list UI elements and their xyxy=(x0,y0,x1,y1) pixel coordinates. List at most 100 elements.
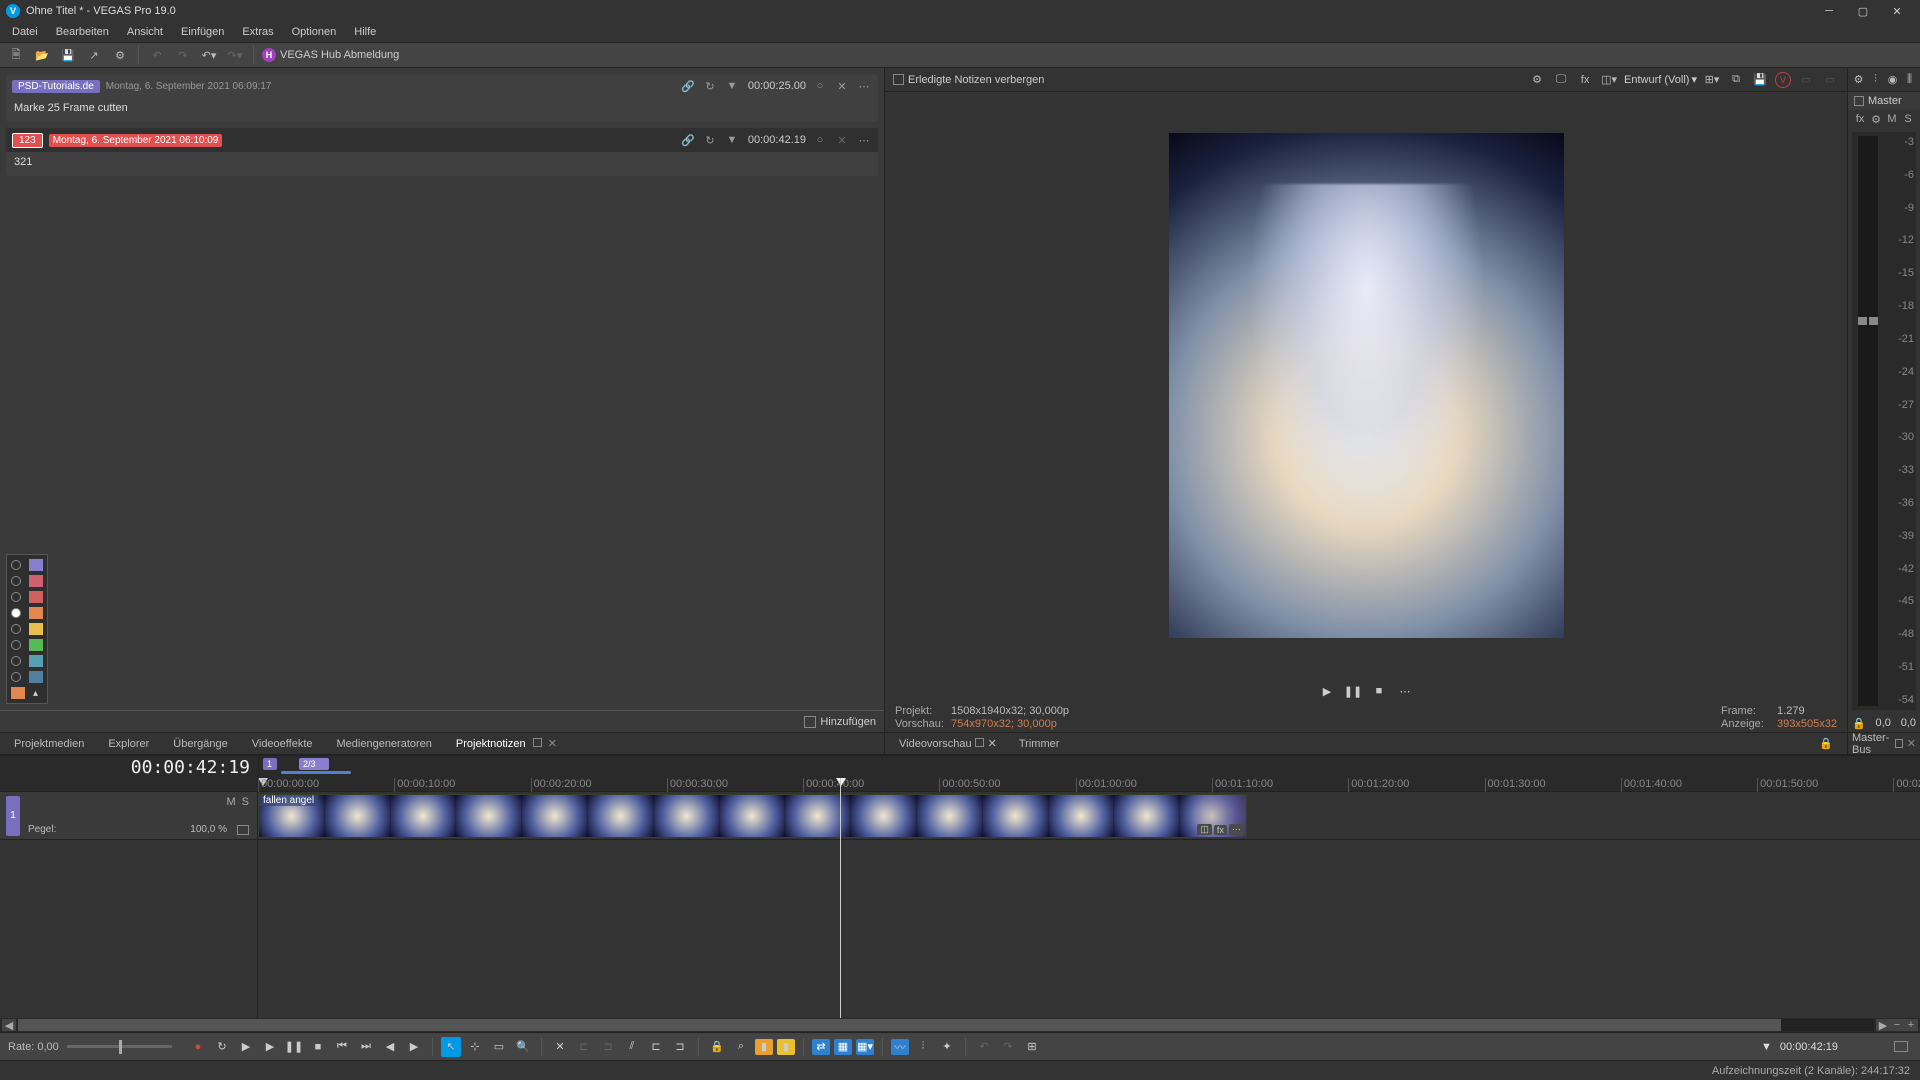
render-icon[interactable]: ↗ xyxy=(84,45,104,65)
tab-videovorschau[interactable]: Videovorschau ✕ xyxy=(891,735,1005,752)
tab-projektmedien[interactable]: Projektmedien xyxy=(4,736,94,752)
scroll-left-icon[interactable]: ◀ xyxy=(2,1019,16,1031)
marker-button[interactable]: ▮ xyxy=(755,1039,773,1055)
timeline-marker-bar[interactable]: 1 2/3 xyxy=(258,756,1920,778)
edit-tool-button[interactable]: ⊹ xyxy=(465,1037,485,1057)
menu-datei[interactable]: Datei xyxy=(4,24,46,40)
undo-dropdown-icon[interactable]: ↶▾ xyxy=(199,45,219,65)
fx-bypass-button[interactable]: ✦ xyxy=(937,1037,957,1057)
open-icon[interactable]: 📂 xyxy=(32,45,52,65)
pause-button[interactable]: ❚❚ xyxy=(284,1037,304,1057)
preview-split-icon[interactable]: ◫▾ xyxy=(1600,71,1618,89)
preview-viewport[interactable] xyxy=(885,92,1847,679)
ripple-mode-button[interactable]: ▦▾ xyxy=(856,1039,874,1055)
track-mute-button[interactable]: M xyxy=(226,796,235,808)
color-swatch[interactable] xyxy=(29,575,43,587)
master-automation-icon[interactable] xyxy=(1854,96,1864,106)
add-note-button[interactable]: Hinzufügen xyxy=(804,716,876,728)
color-radio[interactable] xyxy=(11,592,21,602)
menu-hilfe[interactable]: Hilfe xyxy=(346,24,384,40)
color-radio[interactable] xyxy=(11,672,21,682)
play-button[interactable]: ▶ xyxy=(260,1037,280,1057)
note-done-icon[interactable]: ○ xyxy=(812,132,828,148)
note-marker-icon[interactable]: ▼ xyxy=(724,132,740,148)
track-solo-button[interactable]: S xyxy=(242,796,249,808)
loop-button[interactable]: ↻ xyxy=(212,1037,232,1057)
tab-mediengeneratoren[interactable]: Mediengeneratoren xyxy=(327,736,442,752)
menu-ansicht[interactable]: Ansicht xyxy=(119,24,171,40)
track-header[interactable]: 1 M S Pegel: 100,0 % xyxy=(0,792,257,840)
vegas-hub-link[interactable]: H VEGAS Hub Abmeldung xyxy=(262,48,399,62)
video-clip[interactable]: fallen angel ◫ fx ⋯ xyxy=(258,794,1247,838)
new-project-icon[interactable]: 🗎 xyxy=(6,45,26,65)
note-refresh-icon[interactable]: ↻ xyxy=(702,132,718,148)
save-icon[interactable]: 💾 xyxy=(58,45,78,65)
master-meter-icon[interactable]: ◉ xyxy=(1886,73,1899,87)
note-refresh-icon[interactable]: ↻ xyxy=(702,78,718,94)
color-radio[interactable] xyxy=(11,624,21,634)
clip-fade-region[interactable]: ◫ fx ⋯ xyxy=(1186,795,1246,837)
scroll-thumb[interactable] xyxy=(18,1019,1781,1031)
clip-fx-icon[interactable]: fx xyxy=(1214,825,1227,835)
color-palette-popup[interactable]: ▴ xyxy=(6,554,48,704)
tab-master-bus[interactable]: Master-Bus xyxy=(1852,732,1895,756)
undo-tl-button[interactable]: ↶ xyxy=(974,1037,994,1057)
preview-btn-b[interactable]: ▭ xyxy=(1821,71,1839,89)
color-radio[interactable] xyxy=(11,576,21,586)
snap-button[interactable]: ⌕ xyxy=(731,1037,751,1057)
rate-control[interactable]: Rate: 0,00 xyxy=(0,1041,180,1053)
cursor-tool-button[interactable]: ↖ xyxy=(441,1037,461,1057)
zoom-in-icon[interactable]: + xyxy=(1904,1019,1918,1031)
next-frame-button[interactable]: ▶ xyxy=(404,1037,424,1057)
color-radio[interactable] xyxy=(11,560,21,570)
tab-window-icon[interactable] xyxy=(1895,739,1902,748)
preview-copy-icon[interactable]: ⧉ xyxy=(1727,71,1745,89)
rate-slider[interactable] xyxy=(67,1045,172,1048)
hide-done-notes-checkbox[interactable]: Erledigte Notizen verbergen xyxy=(893,74,1044,86)
go-end-button[interactable]: ⏭ xyxy=(356,1037,376,1057)
color-swatch[interactable] xyxy=(29,591,43,603)
note-item[interactable]: PSD-Tutorials.de Montag, 6. September 20… xyxy=(6,74,878,122)
redo-dropdown-icon[interactable]: ↷▾ xyxy=(225,45,245,65)
close-button[interactable]: ✕ xyxy=(1880,0,1914,22)
auto-ripple-button[interactable]: ⇄ xyxy=(812,1039,830,1055)
track-area[interactable]: 00:00:00:00 00:00:10:00 00:00:20:00 00:0… xyxy=(258,778,1920,1018)
rate-handle[interactable] xyxy=(119,1040,122,1054)
master-lock-icon[interactable]: 🔒 xyxy=(1852,717,1866,730)
master-gear-button[interactable]: ⚙ xyxy=(1870,113,1882,126)
note-link-icon[interactable]: 🔗 xyxy=(680,132,696,148)
playhead-triangle[interactable] xyxy=(836,778,846,786)
scroll-right-icon[interactable]: ▶ xyxy=(1876,1019,1890,1031)
preview-stop-icon[interactable]: ■ xyxy=(1371,683,1387,699)
master-mute-button[interactable]: M xyxy=(1886,113,1898,125)
track-automation-icon[interactable] xyxy=(237,825,249,835)
color-swatch[interactable] xyxy=(29,623,43,635)
ripple-button[interactable]: ▦ xyxy=(834,1039,852,1055)
color-swatch[interactable] xyxy=(29,671,43,683)
note-done-icon[interactable]: ○ xyxy=(812,78,828,94)
tab-window-icon[interactable] xyxy=(975,738,984,747)
region-button[interactable]: ▮ xyxy=(777,1039,795,1055)
color-swatch[interactable] xyxy=(29,655,43,667)
trim-start-button[interactable]: ⊏ xyxy=(574,1037,594,1057)
timeline-ruler[interactable]: 00:00:00:00 00:00:10:00 00:00:20:00 00:0… xyxy=(258,778,1920,792)
clip-crop-icon[interactable]: ◫ xyxy=(1197,824,1212,835)
master-meter[interactable]: -3-6-9 -12-15-18 -21-24-27 -30-33-36 -39… xyxy=(1852,132,1916,710)
lock-button[interactable]: 🔒 xyxy=(707,1037,727,1057)
note-delete-icon[interactable]: ✕ xyxy=(834,132,850,148)
record-button[interactable]: ● xyxy=(188,1037,208,1057)
preview-pause-icon[interactable]: ❚❚ xyxy=(1345,683,1361,699)
properties-icon[interactable]: ⚙ xyxy=(110,45,130,65)
master-gear-icon[interactable]: ⚙ xyxy=(1852,73,1865,87)
note-link-icon[interactable]: 🔗 xyxy=(680,78,696,94)
preview-save-icon[interactable]: 💾 xyxy=(1751,71,1769,89)
menu-extras[interactable]: Extras xyxy=(234,24,281,40)
footer-marker-icon[interactable]: ▼ xyxy=(1761,1041,1772,1053)
trim-end-button[interactable]: ⊐ xyxy=(598,1037,618,1057)
minimize-button[interactable]: ─ xyxy=(1812,0,1846,22)
note-more-icon[interactable]: ⋯ xyxy=(856,132,872,148)
master-fx-button[interactable]: fx xyxy=(1854,113,1866,125)
preview-play-icon[interactable]: ▶ xyxy=(1319,683,1335,699)
tab-explorer[interactable]: Explorer xyxy=(98,736,159,752)
track-row[interactable]: fallen angel ◫ fx ⋯ xyxy=(258,792,1920,840)
